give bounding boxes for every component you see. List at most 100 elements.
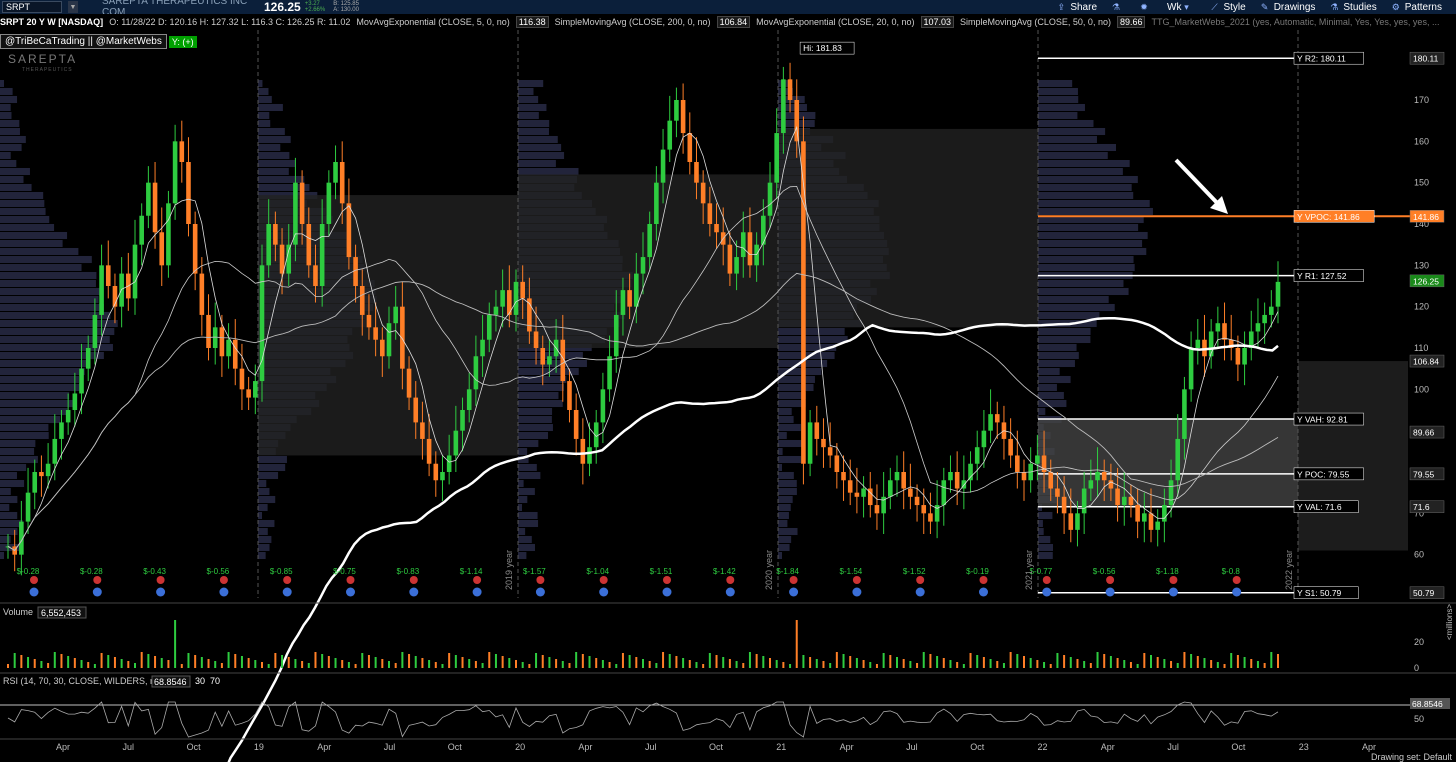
volume-profile-bar [518,504,522,511]
volume-bar [1003,663,1005,668]
volume-profile-bar [0,96,17,103]
year-label: 2022 year [1284,550,1294,590]
volume-profile-bar [0,104,11,111]
volume-profile-bar [778,448,783,455]
volume-bar [943,658,945,668]
volume-profile-bar [0,248,78,255]
earnings-label: $-0.28 [17,567,40,576]
volume-bar [468,659,470,668]
annotation-arrow [1176,160,1222,208]
candle-body [333,162,338,183]
volume-profile-bar [1038,296,1109,303]
price-label: 141.86 [1413,212,1439,222]
earnings-label: $-0.85 [270,567,293,576]
volume-profile-bar [1038,120,1093,127]
volume-profile-bar [1038,112,1077,119]
volume-bar [976,655,978,668]
volume-bar [669,654,671,668]
candle-body [153,183,158,233]
volume-bar [181,664,183,668]
volume-bar [729,659,731,668]
candle-body [701,183,706,204]
dividend-icon [93,588,102,597]
volume-profile-bar [0,168,30,175]
volume-profile-bar [1038,192,1133,199]
volume-profile-bar [1038,256,1134,263]
volume-bar [81,660,83,668]
dividend-icon [852,588,861,597]
x-axis-label: Jul [645,742,657,752]
volume-bar [314,652,316,668]
candle-body [59,422,64,439]
volume-profile-bar [258,472,278,479]
volume-bar [702,664,704,668]
volume-bar [321,654,323,668]
price-tick: 160 [1414,136,1429,146]
volume-bar [107,655,109,668]
volume-profile-bar [518,512,538,519]
volume-profile-bar [258,120,270,127]
candle-body [1216,323,1221,331]
volume-bar [221,663,223,668]
price-label: 79.55 [1413,469,1435,479]
candle-body [1062,497,1067,514]
volume-profile-bar [518,400,563,407]
volume-bar [736,661,738,668]
candle-body [133,245,138,299]
candle-body [835,455,840,472]
volume-bar [274,653,276,668]
volume-bar [1157,657,1159,668]
volume-profile-bar [0,536,11,543]
candle-body [941,480,946,505]
volume-bar [1090,663,1092,668]
candle-body [179,141,184,162]
price-tick: 60 [1414,550,1424,560]
volume-profile-bar [778,528,798,535]
volume-bar [147,654,149,668]
candle-body [634,274,639,307]
volume-profile-bar [518,424,553,431]
volume-profile-bar [1038,312,1099,319]
volume-bar [234,654,236,668]
volume-bar [241,656,243,668]
volume-profile-bar [518,472,540,479]
earnings-label: $-1.52 [903,567,926,576]
earnings-label: $-1.51 [650,567,673,576]
candle-body [968,464,973,481]
candle-body [1089,480,1094,488]
volume-bar [1250,659,1252,668]
volume-bar [762,656,764,668]
volume-bar [990,659,992,668]
candle-body [327,183,332,224]
earnings-icon [347,576,355,584]
volume-bar [568,663,570,668]
volume-bar [1264,663,1266,668]
volume-bar [963,664,965,668]
volume-profile-bar [0,304,104,311]
volume-profile-bar [1038,152,1108,159]
dividend-icon [409,588,418,597]
volume-profile-bar [518,496,527,503]
volume-profile-bar [1038,200,1150,207]
earnings-label: $-1.14 [460,567,483,576]
volume-bar [1237,655,1239,668]
volume-profile-bar [258,152,289,159]
volume-bar [381,659,383,668]
candle-body [708,203,713,224]
candle-body [427,439,432,464]
volume-bar [54,652,56,668]
candle-body [1149,513,1154,530]
volume-profile-bar [258,176,304,183]
volume-profile-bar [1038,184,1132,191]
price-chart[interactable]: Y R2: 180.11 Y VPOC: 141.86 Y R1: 127.52 Y … [0,0,1456,762]
candle-body [86,348,91,369]
volume-bar [742,663,744,668]
candle-body [200,274,205,315]
volume-profile-bar [518,96,538,103]
candle-body [1175,439,1180,480]
volume-bar [341,660,343,668]
candle-body [407,369,412,398]
volume-bar [863,660,865,668]
volume-profile-bar [518,128,549,135]
candle-body [828,447,833,455]
